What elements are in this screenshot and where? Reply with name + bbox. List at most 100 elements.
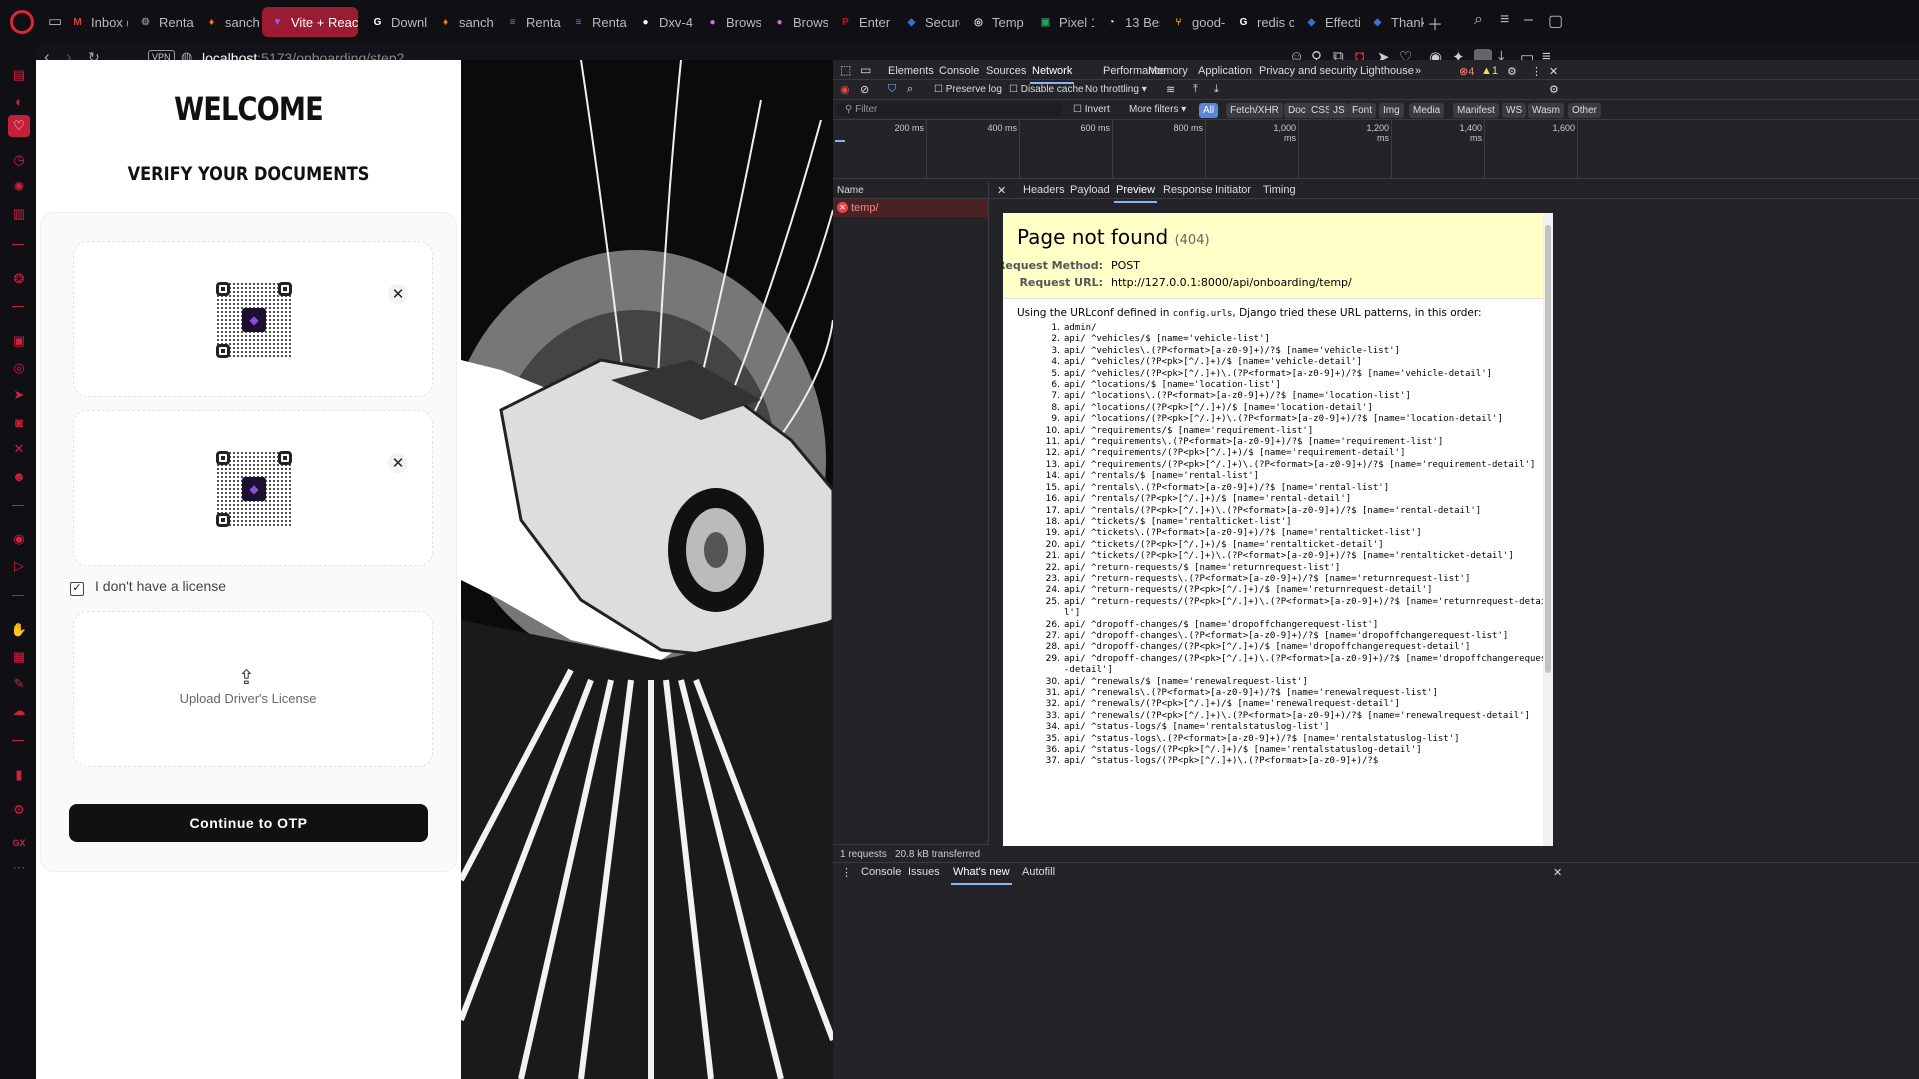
scrollbar-thumb[interactable] xyxy=(1545,225,1551,673)
drawer-tab-issues[interactable]: Issues xyxy=(908,866,940,878)
filter-type-doc[interactable]: Doc xyxy=(1284,103,1310,118)
no-license-label[interactable]: I don't have a license xyxy=(95,578,226,594)
request-row-temp[interactable]: temp/ xyxy=(833,199,988,217)
preserve-log-checkbox[interactable]: ☐ Preserve log xyxy=(934,84,1002,95)
devtools-tab-memory[interactable]: Memory xyxy=(1148,65,1188,77)
devtools-tab-sources[interactable]: Sources xyxy=(986,65,1026,77)
warning-count[interactable]: ▲1 xyxy=(1481,65,1498,77)
remove-document-button[interactable]: ✕ xyxy=(388,453,408,473)
filter-type-other[interactable]: Other xyxy=(1568,103,1602,118)
kebab-menu-icon[interactable]: ⋮ xyxy=(1531,65,1542,78)
sidebar-settings-icon[interactable]: ⚙ xyxy=(10,801,28,819)
browser-tab[interactable]: ● Brows xyxy=(764,7,828,37)
sidebar-discord-icon[interactable]: ☻ xyxy=(10,467,28,485)
easy-setup-icon[interactable]: ≡ xyxy=(1500,11,1509,29)
sidebar-whatsapp-icon[interactable]: ◎ xyxy=(10,359,28,377)
sidebar-notes-icon[interactable]: ▮ xyxy=(10,766,28,784)
detail-tab-timing[interactable]: Timing xyxy=(1263,184,1296,196)
browser-tab[interactable]: ≡ Rentav xyxy=(563,7,627,37)
sidebar-telegram-icon[interactable]: ➤ xyxy=(10,386,28,404)
devtools-tab-lighthouse[interactable]: Lighthouse xyxy=(1360,65,1414,77)
maximize-icon[interactable]: ▢ xyxy=(1548,11,1563,31)
disable-cache-checkbox[interactable]: ☐ Disable cache xyxy=(1009,84,1084,95)
search-tabs-icon[interactable]: ⌕ xyxy=(1474,11,1483,29)
detail-tab-headers[interactable]: Headers xyxy=(1023,184,1065,196)
sidebar-gaming-icon[interactable]: ◐ xyxy=(10,92,28,110)
devtools-tab-privacy-and-security[interactable]: Privacy and security xyxy=(1259,65,1357,77)
tab-menu-icon[interactable]: ▭ xyxy=(48,12,62,30)
name-column-header[interactable]: Name xyxy=(837,185,864,196)
sidebar-favorites-icon[interactable]: ♡ xyxy=(8,115,30,137)
settings-icon[interactable]: ⚙ xyxy=(1507,65,1517,78)
devtools-tab-network[interactable]: Network xyxy=(1029,65,1075,84)
filter-type-all[interactable]: All xyxy=(1199,103,1219,118)
invert-checkbox[interactable]: ☐ Invert xyxy=(1073,104,1110,115)
sidebar-workspaces-icon[interactable]: ▤ xyxy=(10,66,28,84)
detail-tab-initiator[interactable]: Initiator xyxy=(1215,184,1251,196)
new-tab-icon[interactable]: ＋ xyxy=(1427,11,1443,35)
sidebar-bag-icon[interactable]: ▥ xyxy=(10,205,28,223)
devtools-tab-console[interactable]: Console xyxy=(939,65,979,77)
browser-tab[interactable]: ● Brows xyxy=(697,7,761,37)
devtools-tab-application[interactable]: Application xyxy=(1198,65,1252,77)
document-slot-2[interactable]: ◆ ✕ xyxy=(73,410,433,566)
sidebar-cloud-icon[interactable]: ☁ xyxy=(10,702,28,720)
filter-input[interactable]: ⚲ Filter xyxy=(837,102,1063,117)
browser-tab[interactable]: ♦ sancha xyxy=(430,7,494,37)
devtools-tab-elements[interactable]: Elements xyxy=(888,65,934,77)
filter-type-ws[interactable]: WS xyxy=(1502,103,1527,118)
network-conditions-icon[interactable]: ≋ xyxy=(1166,83,1175,96)
sidebar-twitch-icon[interactable]: ▣ xyxy=(10,332,28,350)
browser-tab[interactable]: ◆ Thank xyxy=(1362,7,1424,37)
more-filters-dropdown[interactable]: More filters ▾ xyxy=(1129,104,1186,115)
browser-tab[interactable]: ◆ Effecti xyxy=(1296,7,1360,37)
browser-tab[interactable]: ♦ sancha xyxy=(196,7,260,37)
document-slot-1[interactable]: ◆ ✕ xyxy=(73,241,433,397)
export-har-icon[interactable]: ⤓ xyxy=(1214,83,1219,96)
device-toolbar-icon[interactable]: ▭ xyxy=(860,63,871,77)
sidebar-x-icon[interactable]: ✕ xyxy=(10,440,28,458)
browser-tab[interactable]: ≡ Rentav xyxy=(497,7,561,37)
drawer-tab-console[interactable]: Console xyxy=(861,866,901,878)
remove-document-button[interactable]: ✕ xyxy=(388,284,408,304)
network-settings-icon[interactable]: ⚙ xyxy=(1549,83,1559,96)
close-detail-icon[interactable]: ✕ xyxy=(997,184,1006,197)
sidebar-hand-icon[interactable]: ✋ xyxy=(10,621,28,639)
filter-type-fetchxhr[interactable]: Fetch/XHR xyxy=(1226,103,1283,118)
inspect-icon[interactable]: ⬚ xyxy=(840,63,851,77)
filter-type-img[interactable]: Img xyxy=(1379,103,1404,118)
close-devtools-icon[interactable]: ✕ xyxy=(1549,65,1558,78)
preview-scrollbar[interactable] xyxy=(1543,213,1553,846)
import-har-icon[interactable]: ⤒ xyxy=(1193,83,1198,96)
drawer-tab-what-s-new[interactable]: What's new xyxy=(951,866,1012,885)
detail-tab-preview[interactable]: Preview xyxy=(1113,184,1158,203)
filter-type-font[interactable]: Font xyxy=(1348,103,1377,118)
filter-icon[interactable]: ⛉ xyxy=(888,83,896,96)
drawer-tab-autofill[interactable]: Autofill xyxy=(1022,866,1055,878)
browser-tab[interactable]: ◆ Secure xyxy=(896,7,960,37)
minimize-icon[interactable]: – xyxy=(1524,11,1533,29)
browser-tab[interactable]: ▣ Pixel 1 xyxy=(1030,7,1094,37)
browser-tab[interactable]: Gredis c xyxy=(1228,7,1294,37)
browser-tab[interactable]: ▼ Vite + React xyxy=(262,7,358,37)
throttling-select[interactable]: No throttling ▾ xyxy=(1085,84,1147,95)
sidebar-history-icon[interactable]: ◷ xyxy=(10,151,28,169)
drawer-menu-icon[interactable]: ⋮ xyxy=(841,866,852,879)
close-drawer-icon[interactable]: ✕ xyxy=(1553,866,1562,879)
search-icon[interactable]: ⌕ xyxy=(907,83,913,96)
browser-tab[interactable]: G Downl xyxy=(362,7,428,37)
detail-tab-payload[interactable]: Payload xyxy=(1070,184,1110,196)
record-icon[interactable]: ◉ xyxy=(840,83,850,96)
more-tabs-icon[interactable]: » xyxy=(1415,65,1421,77)
browser-tab[interactable]: ⑂ good- xyxy=(1163,7,1227,37)
sidebar-more-icon[interactable]: ⋯ xyxy=(10,859,28,877)
browser-tab[interactable]: P Enter t xyxy=(830,7,894,37)
sidebar-instagram-icon[interactable]: ◙ xyxy=(10,413,28,431)
filter-type-wasm[interactable]: Wasm xyxy=(1528,103,1564,118)
sidebar-extension-icon[interactable]: ✎ xyxy=(10,675,28,693)
no-license-checkbox[interactable]: ✓ xyxy=(70,582,84,596)
sidebar-gx-icon[interactable]: GX xyxy=(10,834,28,852)
sidebar-bug-icon[interactable]: ✺ xyxy=(10,178,28,196)
clear-icon[interactable]: ⊘ xyxy=(860,83,869,96)
filter-type-media[interactable]: Media xyxy=(1409,103,1445,118)
